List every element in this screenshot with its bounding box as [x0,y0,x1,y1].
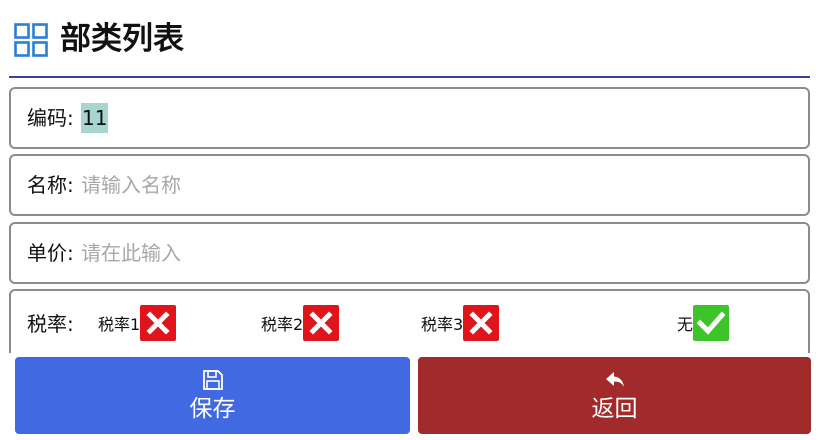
code-value[interactable]: 11 [81,103,109,133]
price-input[interactable]: 请在此输入 [81,238,181,268]
reply-icon [605,371,624,387]
tax-option-3[interactable]: 税率3 [421,305,500,341]
tax-option-none-label: 无 [677,315,694,334]
tax-option-3-label: 税率3 [421,315,464,334]
grid-icon [14,23,48,57]
tax-option-none[interactable]: 无 [677,305,730,341]
name-field[interactable]: 名称: 请输入名称 [9,154,810,216]
back-button[interactable]: 返回 [418,357,811,434]
page-title: 部类列表 [60,21,184,57]
save-button[interactable]: 保存 [15,357,410,434]
tax-option-1[interactable]: 税率1 [98,305,177,341]
tax-option-1-label: 税率1 [98,315,141,334]
code-field[interactable]: 编码: 11 [9,87,810,149]
tax-option-2-label: 税率2 [261,315,304,334]
name-input[interactable]: 请输入名称 [81,170,181,200]
price-label: 单价: [27,241,74,265]
check-icon[interactable] [693,305,730,341]
close-icon[interactable] [140,305,177,341]
header-divider [9,76,810,78]
tax-option-2[interactable]: 税率2 [261,305,340,341]
name-label: 名称: [27,173,74,197]
tax-rate-row: 税率: 税率1 税率2 税率3 无 [9,289,810,353]
tax-rate-label: 税率: [27,312,74,336]
save-button-label: 保存 [189,395,236,422]
page-header: 部类列表 [0,0,818,78]
price-field[interactable]: 单价: 请在此输入 [9,222,810,284]
save-icon [202,369,223,390]
code-label: 编码: [27,106,74,130]
close-icon[interactable] [303,305,340,341]
back-button-label: 返回 [591,395,638,422]
close-icon[interactable] [463,305,500,341]
